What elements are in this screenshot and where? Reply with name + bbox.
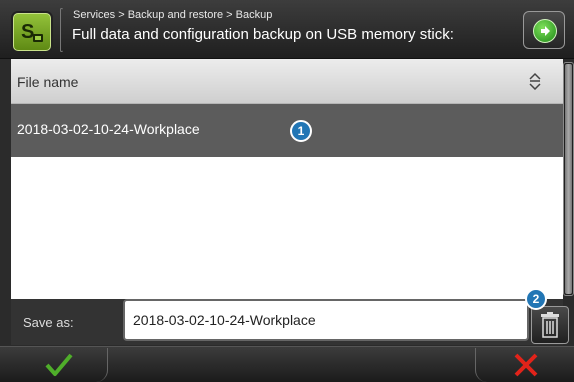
- svg-text:S: S: [21, 21, 34, 43]
- delete-button[interactable]: [531, 306, 569, 344]
- vertical-scrollbar[interactable]: [563, 62, 574, 296]
- ok-button[interactable]: [11, 348, 108, 382]
- list-item-label: 2018-03-02-10-24-Workplace: [17, 121, 200, 137]
- header-divider: [60, 8, 63, 52]
- cancel-button[interactable]: [475, 348, 564, 382]
- column-header-label: File name: [17, 74, 79, 90]
- sort-up-down-icon[interactable]: [528, 72, 542, 90]
- breadcrumb: Services > Backup and restore > Backup: [73, 9, 273, 21]
- list-item[interactable]: 2018-03-02-10-24-Workplace: [11, 104, 563, 157]
- save-as-bar: Save as:: [11, 299, 563, 345]
- column-header-file-name[interactable]: File name: [11, 59, 563, 104]
- save-as-input[interactable]: [123, 299, 529, 341]
- checkmark-icon: [45, 353, 73, 376]
- page-subtitle: Full data and configuration backup on US…: [72, 26, 454, 43]
- x-icon: [514, 353, 538, 377]
- scrollbar-thumb[interactable]: [565, 64, 572, 294]
- title-bar: S Services > Backup and restore > Backup…: [0, 0, 574, 59]
- callout-badge-2: 2: [525, 288, 547, 310]
- next-button[interactable]: [523, 11, 565, 49]
- service-app-icon: S: [13, 13, 51, 51]
- file-list: File name 2018-03-02-10-24-Workplace: [11, 59, 563, 299]
- trash-icon: [541, 312, 559, 338]
- action-bar: [0, 346, 574, 382]
- callout-badge-1: 1: [290, 120, 312, 142]
- save-as-label: Save as:: [23, 315, 74, 330]
- arrow-right-circle-icon: [533, 19, 557, 43]
